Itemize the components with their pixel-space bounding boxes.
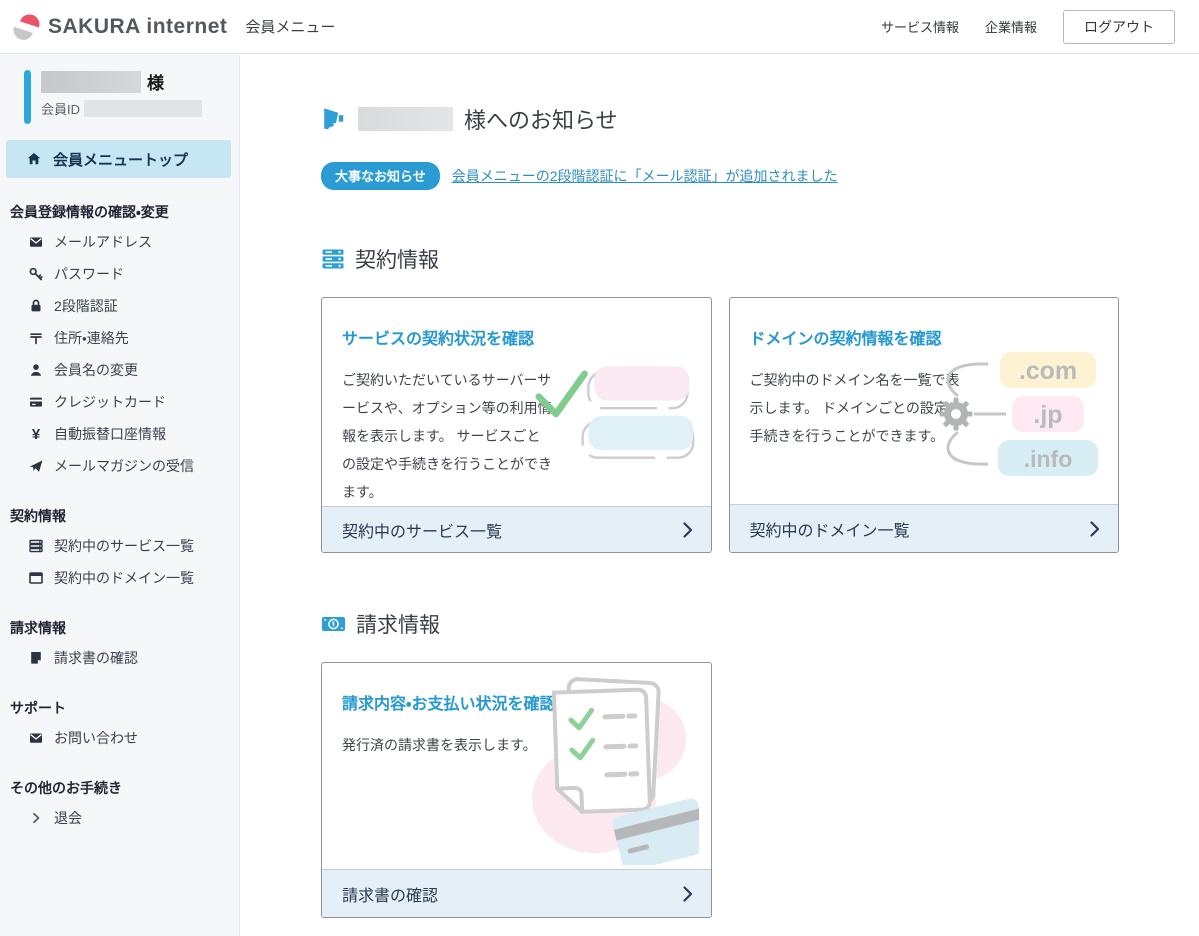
sidebar-item-password[interactable]: パスワード — [0, 258, 239, 290]
yen-icon: ¥ — [28, 426, 44, 443]
server-stack-icon — [28, 538, 44, 554]
chevron-right-icon — [683, 886, 693, 902]
sakura-logo[interactable]: SAKURA internet — [12, 13, 227, 41]
sidebar-item-credit-card[interactable]: クレジットカード — [0, 386, 239, 418]
person-icon — [28, 362, 44, 378]
contract-section-heading: 契約情報 — [321, 244, 1119, 274]
mail-icon — [28, 730, 44, 746]
sidebar-section-contract: 契約情報 — [10, 506, 239, 526]
credit-card-icon — [28, 394, 44, 410]
mail-icon — [28, 234, 44, 250]
service-list-button[interactable]: 契約中のサービス一覧 — [322, 506, 711, 552]
sidebar-item-bank-transfer[interactable]: ¥ 自動振替口座情報 — [0, 418, 239, 450]
server-stack-icon — [321, 247, 345, 271]
user-name-suffix: 様 — [147, 69, 164, 94]
billing-cards-row: 請求内容・お支払い状況を確認 発行済の請求書を表示します。 — [321, 662, 1119, 918]
sidebar-item-label: クレジットカード — [54, 392, 166, 412]
sidebar-item-label: 契約中のサービス一覧 — [54, 536, 194, 556]
sidebar: 様 会員ID 会員メニュートップ 会員登録情報の確認・変更 メールアドレス パス… — [0, 55, 240, 936]
member-id-redacted — [84, 100, 202, 117]
banknote-icon — [321, 612, 346, 636]
paper-plane-icon — [28, 458, 44, 474]
sidebar-item-label: 会員名の変更 — [54, 360, 138, 380]
domain-label-jp: .jp — [1033, 401, 1062, 429]
chevron-right-icon — [1090, 521, 1100, 537]
sidebar-item-label: 2段階認証 — [54, 296, 118, 316]
card-title: サービスの契約状況を確認 — [342, 325, 691, 349]
sidebar-item-label: メールアドレス — [54, 232, 152, 252]
sidebar-item-contact[interactable]: お問い合わせ — [0, 722, 239, 754]
logo-text: SAKURA internet — [48, 15, 227, 39]
sidebar-item-label: 退会 — [54, 808, 82, 828]
contract-cards-row: サービスの契約状況を確認 ご契約いただいているサーバーサービスや、オプション等の… — [321, 297, 1119, 553]
nav-service-info[interactable]: サービス情報 — [881, 17, 959, 36]
sidebar-item-domain-list[interactable]: 契約中のドメイン一覧 — [0, 562, 239, 594]
sidebar-section-billing: 請求情報 — [10, 618, 239, 638]
sidebar-item-mail-address[interactable]: メールアドレス — [0, 226, 239, 258]
megaphone-icon — [321, 106, 347, 132]
main-content: 様へのお知らせ 大事なお知らせ 会員メニューの2段階認証に「メール認証」が追加さ… — [241, 55, 1199, 936]
invoice-check-button[interactable]: 請求書の確認 — [322, 869, 711, 917]
notice-link[interactable]: 会員メニューの2段階認証に「メール認証」が追加されました — [452, 166, 838, 186]
footer-label: 請求書の確認 — [342, 882, 438, 906]
domain-contract-card: ドメインの契約情報を確認 ご契約中のドメイン名を一覧で表示します。 ドメインごと… — [729, 297, 1120, 553]
chevron-right-icon — [28, 810, 44, 826]
invoice-creditcard-illustration — [514, 673, 699, 865]
domain-label-info: .info — [1024, 446, 1073, 472]
browser-window-icon — [28, 570, 44, 586]
sidebar-item-withdrawal[interactable]: 退会 — [0, 802, 239, 834]
sidebar-section-support: サポート — [10, 698, 239, 718]
checklist-pills-illustration — [535, 358, 697, 466]
notice-row: 大事なお知らせ 会員メニューの2段階認証に「メール認証」が追加されました — [321, 162, 1119, 190]
sidebar-item-label: パスワード — [54, 264, 124, 284]
key-icon — [28, 266, 44, 282]
sidebar-item-label: 契約中のドメイン一覧 — [54, 568, 194, 588]
sidebar-item-mail-magazine[interactable]: メールマガジンの受信 — [0, 450, 239, 482]
domain-label-com: .com — [1019, 357, 1077, 385]
service-contract-card: サービスの契約状況を確認 ご契約いただいているサーバーサービスや、オプション等の… — [321, 297, 712, 553]
sidebar-item-two-factor[interactable]: 2段階認証 — [0, 290, 239, 322]
nav-corporate-info[interactable]: 企業情報 — [985, 17, 1037, 36]
notice-heading-text: 様へのお知らせ — [464, 103, 618, 135]
sidebar-item-label: 請求書の確認 — [54, 648, 138, 668]
footer-label: 契約中のドメイン一覧 — [750, 517, 910, 541]
footer-label: 契約中のサービス一覧 — [342, 518, 502, 542]
domain-list-button[interactable]: 契約中のドメイン一覧 — [730, 504, 1119, 552]
sidebar-item-label: お問い合わせ — [54, 728, 138, 748]
notice-user-name-redacted — [358, 107, 453, 131]
chevron-right-icon — [683, 522, 693, 538]
card-body-text: ご契約いただいているサーバーサービスや、オプション等の利用情報を表示します。 サ… — [342, 366, 554, 506]
sidebar-item-invoice[interactable]: 請求書の確認 — [0, 642, 239, 674]
logout-button[interactable]: ログアウト — [1063, 10, 1175, 44]
top-header: SAKURA internet 会員メニュー サービス情報 企業情報 ログアウト — [0, 0, 1199, 54]
user-accent-bar — [24, 70, 31, 124]
sakura-logo-icon — [12, 13, 40, 41]
home-icon — [26, 151, 42, 167]
notice-heading: 様へのお知らせ — [321, 103, 1119, 135]
user-name-redacted — [41, 71, 141, 93]
billing-section-title: 請求情報 — [356, 609, 440, 639]
important-notice-badge: 大事なお知らせ — [321, 162, 440, 190]
member-id-label: 会員ID — [41, 99, 80, 118]
contract-section-title: 契約情報 — [355, 244, 439, 274]
postal-mark-icon — [28, 330, 44, 346]
sidebar-item-member-menu-top[interactable]: 会員メニュートップ — [6, 140, 231, 178]
billing-card: 請求内容・お支払い状況を確認 発行済の請求書を表示します。 — [321, 662, 712, 918]
sidebar-item-label: 住所・連絡先 — [54, 328, 129, 348]
sidebar-section-other: その他のお手続き — [10, 778, 239, 798]
invoice-icon — [28, 650, 44, 666]
gear-domains-illustration: .com .jp .info — [928, 346, 1108, 481]
sidebar-item-label: 会員メニュートップ — [53, 149, 188, 170]
sidebar-item-address[interactable]: 住所・連絡先 — [0, 322, 239, 354]
sidebar-item-member-name[interactable]: 会員名の変更 — [0, 354, 239, 386]
user-block: 様 会員ID — [24, 69, 239, 118]
lock-icon — [28, 298, 44, 314]
sidebar-section-account: 会員登録情報の確認・変更 — [10, 202, 239, 222]
app-title: 会員メニュー — [245, 16, 335, 37]
billing-section-heading: 請求情報 — [321, 609, 1119, 639]
sidebar-item-label: 自動振替口座情報 — [54, 424, 166, 444]
sidebar-item-service-list[interactable]: 契約中のサービス一覧 — [0, 530, 239, 562]
sidebar-item-label: メールマガジンの受信 — [54, 456, 194, 476]
